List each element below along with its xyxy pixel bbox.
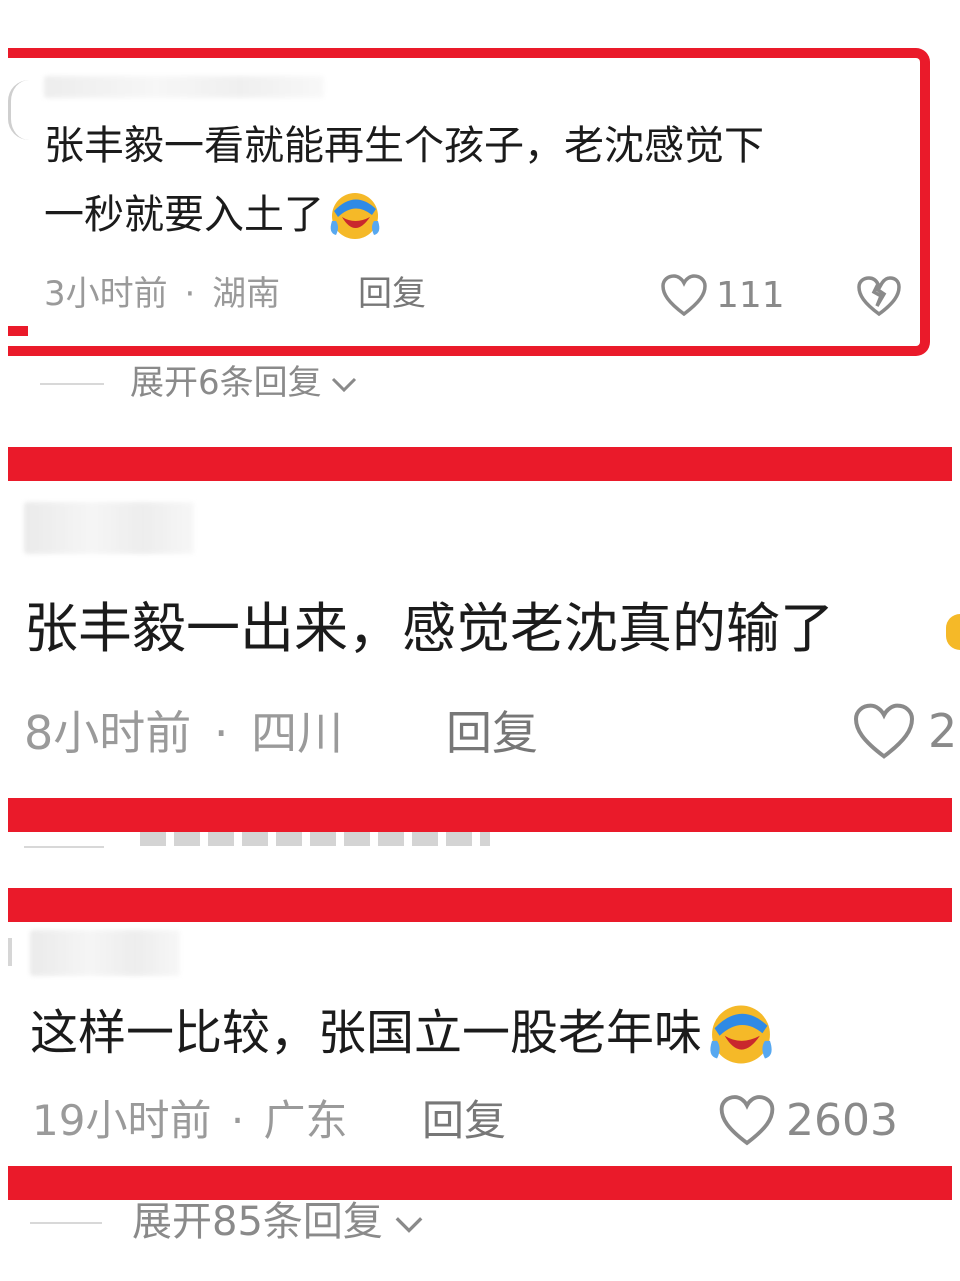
expand-replies-button[interactable]: 展开6条回复 (130, 362, 358, 404)
laughing-crying-emoji (326, 187, 384, 241)
red-divider-bar (8, 888, 952, 922)
avatar-edge (8, 80, 29, 140)
comment-text: 张丰毅一出来，感觉老沈真的输了 (24, 597, 834, 660)
avatar-edge (8, 938, 12, 966)
comment-meta: 8小时前 · 四川 (24, 706, 343, 760)
comment-location: 广东 (263, 1096, 348, 1145)
like-count: 2 (928, 704, 958, 758)
red-divider-bar (8, 798, 952, 832)
highlight-box-bottom (8, 326, 28, 336)
comment-location: 湖南 (212, 274, 281, 314)
expand-divider (30, 1222, 102, 1224)
reply-button[interactable]: 回复 (422, 1096, 506, 1146)
obscured-expand-row (140, 832, 490, 846)
comment-time: 19小时前 (32, 1096, 212, 1145)
highlight-box-top (8, 48, 28, 58)
comment-time: 8小时前 (24, 706, 192, 760)
meta-separator: · (213, 706, 229, 760)
meta-separator: · (230, 1096, 245, 1145)
heart-icon (852, 702, 916, 760)
chevron-down-icon (330, 362, 358, 404)
comment-time: 3小时前 (44, 274, 168, 314)
reply-button[interactable]: 回复 (446, 706, 538, 760)
red-divider-bar (8, 447, 952, 481)
expand-replies-label: 展开6条回复 (130, 363, 322, 403)
comment-meta: 19小时前 · 广东 (32, 1096, 348, 1146)
like-count: 111 (716, 274, 785, 316)
expand-divider (24, 846, 104, 848)
dislike-button[interactable] (856, 276, 902, 316)
comment-text: 这样一比较，张国立一股老年味 (30, 1002, 778, 1070)
chevron-down-icon (393, 1198, 425, 1246)
comment-location: 四川 (251, 706, 344, 760)
blurred-username (44, 76, 324, 98)
heart-icon (660, 274, 708, 316)
expand-replies-button[interactable]: 展开85条回复 (132, 1198, 425, 1246)
red-divider-bar (8, 1166, 952, 1200)
comment-text-line2: 一秒就要入土了 (44, 190, 384, 244)
like-count: 2603 (786, 1094, 898, 1146)
expand-divider (40, 383, 104, 385)
comment-meta: 3小时前 · 湖南 (44, 274, 280, 314)
blurred-username (30, 930, 180, 976)
broken-heart-icon (856, 276, 902, 316)
heart-icon (718, 1094, 776, 1146)
blurred-username (24, 502, 194, 554)
laughing-crying-emoji (704, 998, 778, 1066)
like-button[interactable]: 2 (852, 702, 957, 760)
meta-separator: · (184, 274, 196, 314)
comment-text: 张丰毅一看就能再生个孩子，老沈感觉下 (44, 123, 764, 169)
reply-button[interactable]: 回复 (358, 274, 426, 314)
expand-replies-label: 展开85条回复 (132, 1199, 383, 1245)
emoji-cropped (946, 614, 960, 650)
like-button[interactable]: 2603 (718, 1094, 898, 1146)
like-button[interactable]: 111 (660, 274, 785, 316)
